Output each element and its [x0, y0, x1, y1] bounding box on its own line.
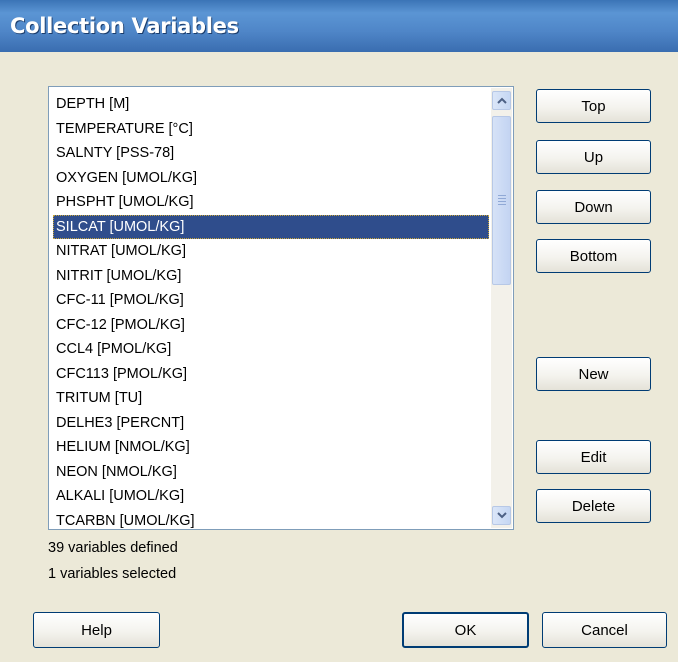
collection-variables-dialog: Collection Variables DEPTH [M] TEMPERATUR… [0, 0, 678, 662]
list-item[interactable]: CFC-12 [PMOL/KG] [53, 313, 489, 338]
new-button[interactable]: New [536, 357, 651, 391]
chevron-up-icon [496, 97, 507, 104]
up-button[interactable]: Up [536, 140, 651, 174]
delete-button[interactable]: Delete [536, 489, 651, 523]
list-item[interactable]: TRITUM [TU] [53, 386, 489, 411]
variables-list: DEPTH [M] TEMPERATURE [°C] SALNTY [PSS-78]… [53, 92, 489, 528]
title-bar[interactable]: Collection Variables [0, 0, 678, 52]
variables-listbox[interactable]: DEPTH [M] TEMPERATURE [°C] SALNTY [PSS-78]… [48, 86, 514, 530]
list-item[interactable]: CFC113 [PMOL/KG] [53, 362, 489, 387]
cancel-button[interactable]: Cancel [542, 612, 667, 648]
list-item[interactable]: CCL4 [PMOL/KG] [53, 337, 489, 362]
vertical-scrollbar[interactable] [491, 88, 512, 528]
list-item[interactable]: NITRIT [UMOL/KG] [53, 264, 489, 289]
grip-line [498, 195, 506, 196]
list-item[interactable]: TCARBN [UMOL/KG] [53, 509, 489, 529]
scroll-up-button[interactable] [492, 91, 511, 110]
window-title: Collection Variables [10, 14, 239, 38]
edit-button[interactable]: Edit [536, 440, 651, 474]
grip-line [498, 198, 506, 199]
scroll-down-button[interactable] [492, 506, 511, 525]
scroll-thumb[interactable] [492, 116, 511, 285]
down-button[interactable]: Down [536, 190, 651, 224]
grip-line [498, 204, 506, 205]
variables-selected-count: 1 variables selected [48, 566, 177, 582]
list-item[interactable]: ALKALI [UMOL/KG] [53, 484, 489, 509]
list-item[interactable]: DEPTH [M] [53, 92, 489, 117]
variables-defined-count: 39 variables defined [48, 540, 178, 556]
list-item[interactable]: NITRAT [UMOL/KG] [53, 239, 489, 264]
bottom-button[interactable]: Bottom [536, 239, 651, 273]
list-item[interactable]: SILCAT [UMOL/KG] [53, 214, 489, 239]
list-item[interactable]: TEMPERATURE [°C] [53, 117, 489, 142]
list-item[interactable]: CFC-11 [PMOL/KG] [53, 288, 489, 313]
help-button[interactable]: Help [33, 612, 160, 648]
list-item[interactable]: OXYGEN [UMOL/KG] [53, 166, 489, 191]
list-item[interactable]: PHSPHT [UMOL/KG] [53, 190, 489, 215]
chevron-down-icon [496, 512, 507, 519]
list-item[interactable]: NEON [NMOL/KG] [53, 460, 489, 485]
list-item[interactable]: DELHE3 [PERCNT] [53, 411, 489, 436]
ok-button[interactable]: OK [402, 612, 529, 648]
top-button[interactable]: Top [536, 89, 651, 123]
list-item[interactable]: SALNTY [PSS-78] [53, 141, 489, 166]
grip-line [498, 201, 506, 202]
list-item[interactable]: HELIUM [NMOL/KG] [53, 435, 489, 460]
